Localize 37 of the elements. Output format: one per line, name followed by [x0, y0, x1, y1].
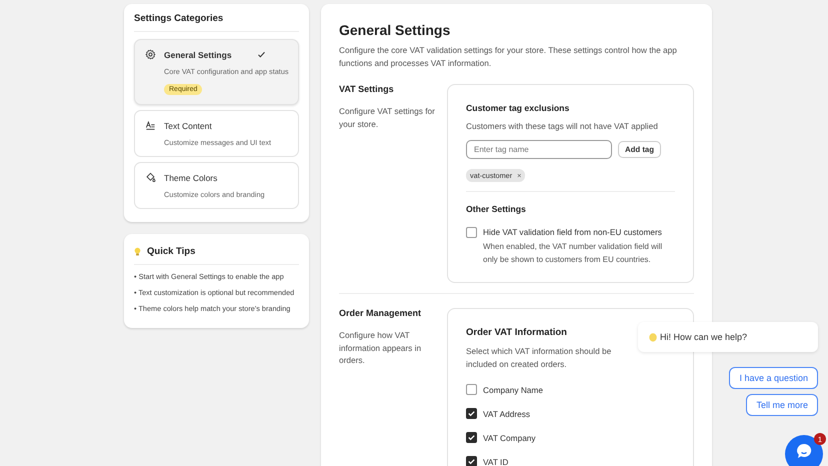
- checkmark-icon: [257, 50, 266, 59]
- card-description: Select which VAT information should be included on created orders.: [466, 345, 612, 371]
- page-description: Configure the core VAT validation settings for your store. These settings control how the app functions and processes VAT information.: [339, 44, 678, 70]
- checkbox-label: Hide VAT validation field from non-EU customers: [483, 227, 663, 237]
- chat-bubble-icon: [794, 441, 814, 461]
- section-title: Order Management: [339, 308, 422, 318]
- category-title: Text Content: [164, 120, 212, 130]
- checkbox[interactable]: [466, 384, 477, 395]
- help-text: When enabled, the VAT number validation field will only be shown to customers from EU countries.: [483, 241, 664, 266]
- checkbox-label: VAT ID: [483, 456, 508, 466]
- quick-reply-button[interactable]: I have a question: [729, 367, 818, 389]
- checkbox[interactable]: [466, 408, 477, 419]
- panel-title: Settings Categories: [134, 13, 224, 24]
- tag-input[interactable]: Enter tag name: [466, 140, 612, 159]
- lightbulb-icon: [134, 246, 141, 256]
- card-description: Customers with these tags will not have VAT applied: [466, 120, 659, 133]
- category-title: General Settings: [164, 50, 232, 60]
- checkbox[interactable]: [466, 456, 477, 466]
- gear-icon: [145, 49, 156, 60]
- checkbox-label: Company Name: [483, 384, 543, 394]
- checkbox-label: VAT Company: [483, 432, 536, 442]
- panel-title: Quick Tips: [147, 246, 196, 257]
- checkbox-label: VAT Address: [483, 408, 530, 418]
- card-heading: Customer tag exclusions: [466, 103, 570, 113]
- quick-reply-button[interactable]: Tell me more: [746, 394, 818, 416]
- page-title: General Settings: [339, 22, 452, 38]
- text-format-icon: [145, 120, 156, 131]
- checkbox[interactable]: [466, 227, 477, 238]
- section-description: Configure VAT settings for your store.: [339, 105, 436, 130]
- section-title: VAT Settings: [339, 84, 395, 94]
- card-heading: Order VAT Information: [466, 327, 567, 338]
- checkbox[interactable]: [466, 432, 477, 443]
- chat-greeting: Hi! How can we help?: [660, 332, 748, 342]
- paint-bucket-icon: [145, 172, 156, 183]
- section-description: Configure how VAT information appears in orders.: [339, 329, 422, 366]
- card-heading: Other Settings: [466, 204, 526, 214]
- category-title: Theme Colors: [164, 172, 218, 182]
